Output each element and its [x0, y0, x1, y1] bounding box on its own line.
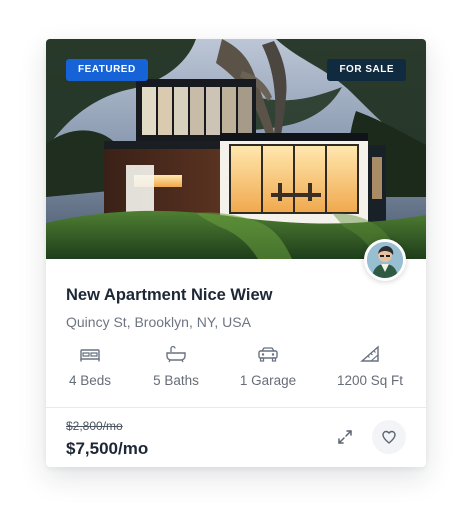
card-footer: $2,800/mo $7,500/mo — [46, 408, 426, 467]
listing-address: Quincy St, Brooklyn, NY, USA — [66, 314, 251, 330]
ruler-triangle-icon — [359, 345, 381, 363]
feature-area: 1200 Sq Ft — [334, 345, 406, 393]
featured-badge: FEATURED — [66, 59, 148, 81]
bathtub-icon — [165, 345, 187, 363]
expand-icon — [338, 430, 352, 444]
listing-title[interactable]: New Apartment Nice Wiew — [66, 285, 272, 305]
listing-details: New Apartment Nice Wiew Quincy St, Brook… — [46, 259, 426, 407]
old-price: $2,800/mo — [66, 419, 123, 433]
feature-beds: 4 Beds — [66, 345, 114, 393]
expand-button[interactable] — [328, 420, 362, 454]
baths-label: 5 Baths — [153, 373, 199, 388]
heart-icon — [382, 430, 396, 444]
feature-baths: 5 Baths — [150, 345, 202, 393]
garage-label: 1 Garage — [239, 373, 297, 388]
bed-icon — [79, 345, 101, 363]
for-sale-badge: FOR SALE — [327, 59, 406, 81]
area-label: 1200 Sq Ft — [336, 373, 404, 388]
beds-label: 4 Beds — [68, 373, 112, 388]
current-price: $7,500/mo — [66, 439, 149, 458]
feature-garage: 1 Garage — [238, 345, 298, 393]
property-photo[interactable]: FEATURED FOR SALE — [46, 39, 426, 259]
favorite-button[interactable] — [372, 420, 406, 454]
car-icon — [257, 345, 279, 363]
property-card[interactable]: FEATURED FOR SALE New Apartment Nice Wie… — [46, 39, 426, 467]
